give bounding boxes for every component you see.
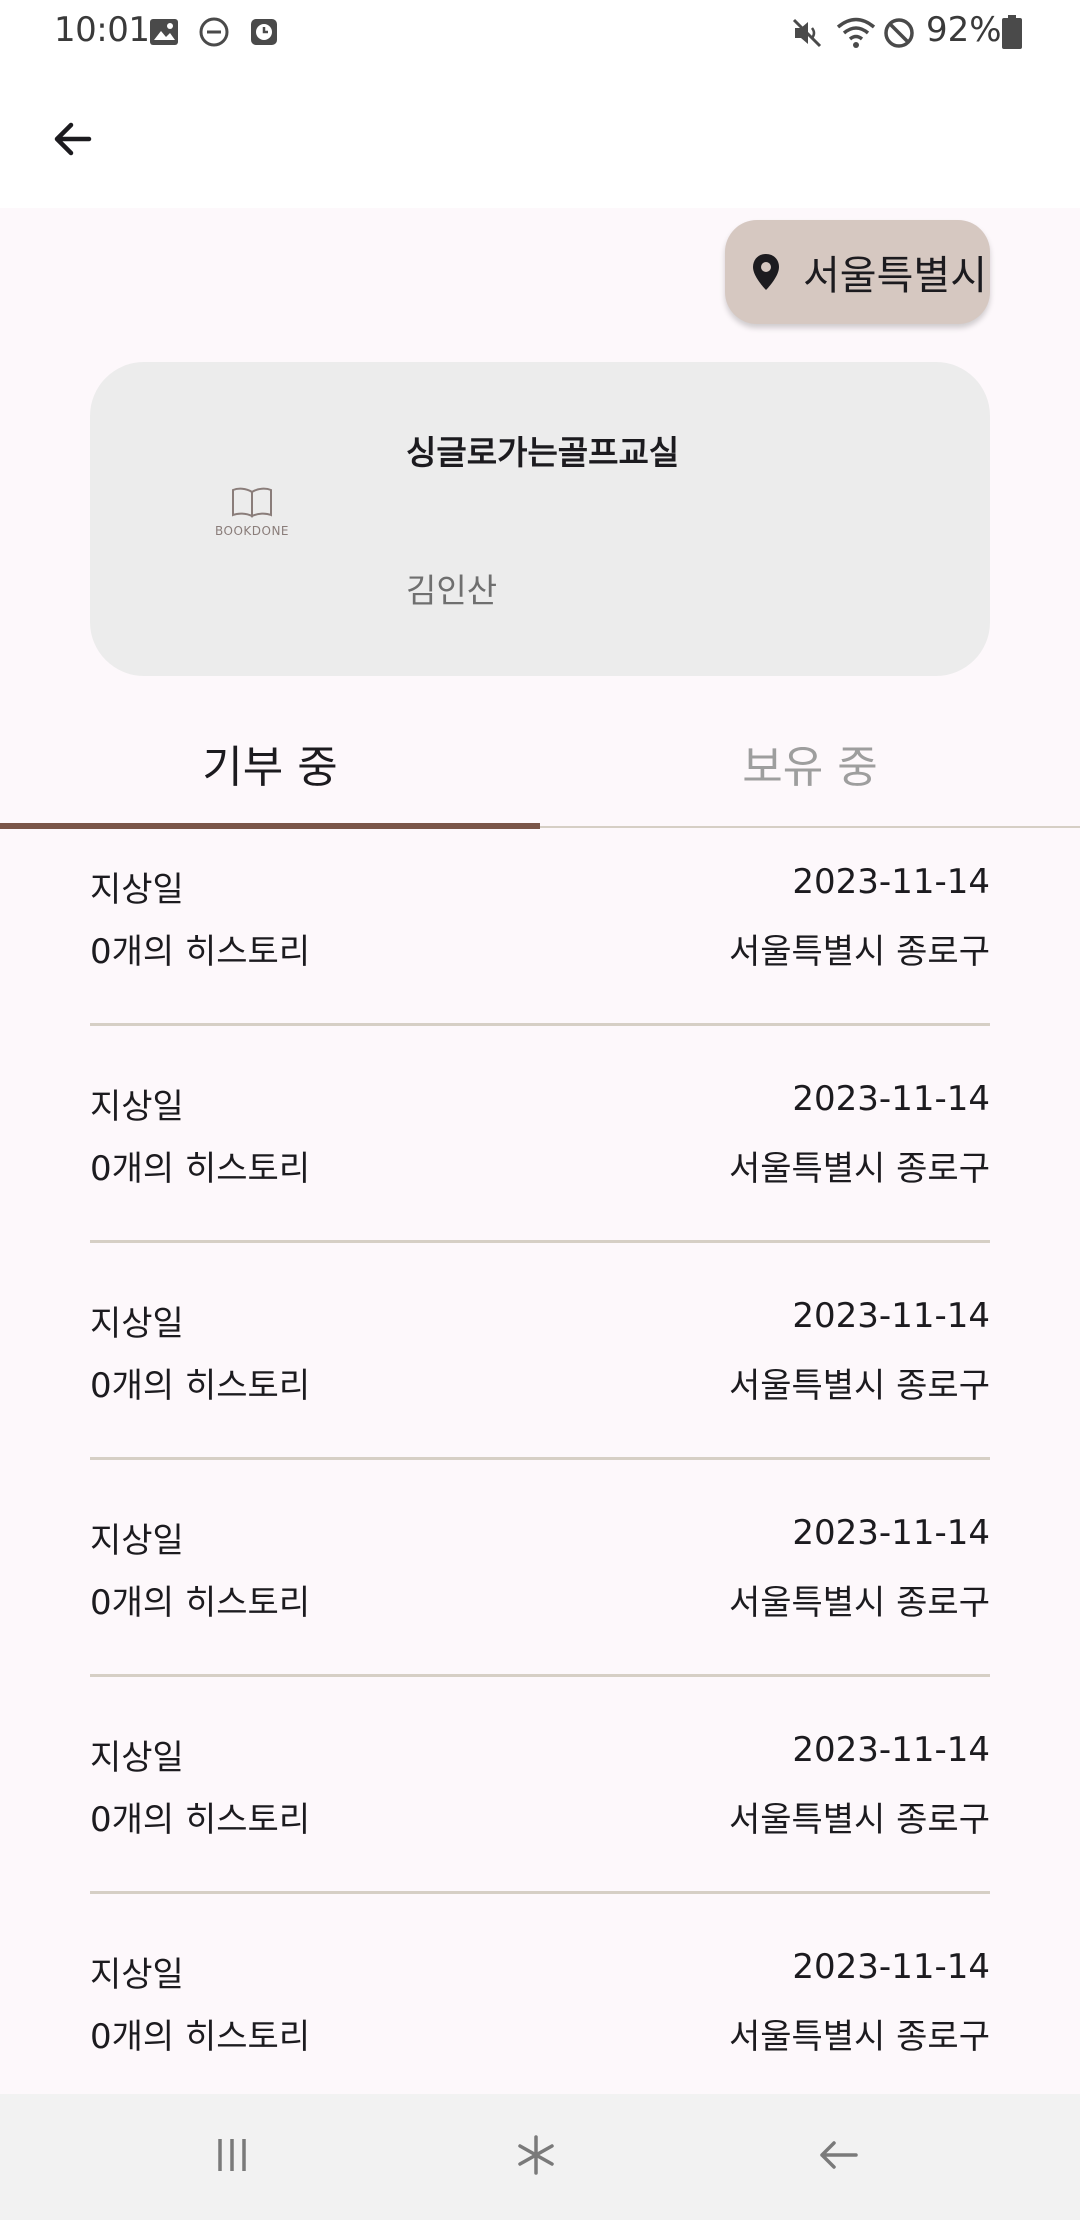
back-nav-button[interactable] (798, 2122, 878, 2192)
item-location: 서울특별시 종로구 (728, 1800, 990, 1840)
book-title: 싱글로가는골프교실 (406, 433, 680, 472)
logo-text: BOOKDONE (214, 524, 290, 538)
location-pin-icon (745, 251, 787, 293)
app-bar (0, 66, 1080, 208)
divider (90, 1457, 990, 1460)
item-history-count: 0개의 히스토리 (90, 1149, 311, 1189)
divider (90, 1023, 990, 1026)
divider (90, 1674, 990, 1677)
battery-icon (1000, 14, 1024, 54)
item-history-count: 0개의 히스토리 (90, 1800, 311, 1840)
system-nav-bar (0, 2094, 1080, 2220)
item-location: 서울특별시 종로구 (728, 1149, 990, 1189)
item-history-count: 0개의 히스토리 (90, 932, 311, 972)
dnd-icon (198, 16, 230, 52)
back-button[interactable] (36, 104, 110, 178)
item-name: 지상일 (90, 1521, 184, 1561)
recent-apps-icon (210, 2135, 254, 2179)
item-history-count: 0개의 히스토리 (90, 2017, 311, 2057)
open-book-icon (232, 487, 272, 518)
item-date: 2023-11-14 (792, 1513, 990, 1553)
recent-apps-button[interactable] (192, 2122, 272, 2192)
status-bar: 10:01 92% (0, 0, 1080, 66)
item-date: 2023-11-14 (792, 1730, 990, 1770)
tab-holding[interactable]: 보유 중 (540, 700, 1080, 826)
home-icon (514, 2133, 558, 2181)
back-nav-icon (814, 2135, 862, 2179)
item-history-count: 0개의 히스토리 (90, 1366, 311, 1406)
home-button[interactable] (496, 2122, 576, 2192)
item-date: 2023-11-14 (792, 1079, 990, 1119)
bookdone-logo: BOOKDONE (202, 486, 302, 546)
divider (90, 1891, 990, 1894)
location-chip-label: 서울특별시 (803, 253, 987, 299)
list-item[interactable]: 지상일 2023-11-14 0개의 히스토리 서울특별시 종로구 (90, 1481, 990, 1698)
item-location: 서울특별시 종로구 (728, 932, 990, 972)
status-time: 10:01 (54, 10, 150, 50)
list-item[interactable]: 지상일 2023-11-14 0개의 히스토리 서울특별시 종로구 (90, 1264, 990, 1481)
mute-icon (790, 16, 824, 54)
item-name: 지상일 (90, 1087, 184, 1127)
image-icon (148, 16, 180, 52)
item-location: 서울특별시 종로구 (728, 2017, 990, 2057)
item-name: 지상일 (90, 1738, 184, 1778)
item-date: 2023-11-14 (792, 1296, 990, 1336)
item-name: 지상일 (90, 870, 184, 910)
location-chip[interactable]: 서울특별시 (725, 220, 990, 324)
tab-indicator (0, 823, 540, 829)
tab-donating[interactable]: 기부 중 (0, 700, 540, 826)
list-item[interactable]: 지상일 2023-11-14 0개의 히스토리 서울특별시 종로구 (90, 1698, 990, 1915)
item-location: 서울특별시 종로구 (728, 1583, 990, 1623)
item-location: 서울특별시 종로구 (728, 1366, 990, 1406)
item-history-count: 0개의 히스토리 (90, 1583, 311, 1623)
battery-percent: 92% (926, 10, 1002, 50)
item-date: 2023-11-14 (792, 862, 990, 902)
item-date: 2023-11-14 (792, 1947, 990, 1987)
wifi-icon (836, 16, 876, 54)
list-item[interactable]: 지상일 2023-11-14 0개의 히스토리 서울특별시 종로구 (90, 830, 990, 1047)
item-name: 지상일 (90, 1304, 184, 1344)
divider (90, 1240, 990, 1243)
item-name: 지상일 (90, 1955, 184, 1995)
clock-app-icon (248, 16, 280, 52)
list-item[interactable]: 지상일 2023-11-14 0개의 히스토리 서울특별시 종로구 (90, 1047, 990, 1264)
book-card: BOOKDONE 싱글로가는골프교실 김인산 (90, 362, 990, 676)
arrow-back-icon (49, 115, 97, 167)
tab-bar: 기부 중 보유 중 (0, 700, 1080, 830)
book-author: 김인산 (406, 571, 498, 610)
blocked-icon (882, 16, 916, 54)
